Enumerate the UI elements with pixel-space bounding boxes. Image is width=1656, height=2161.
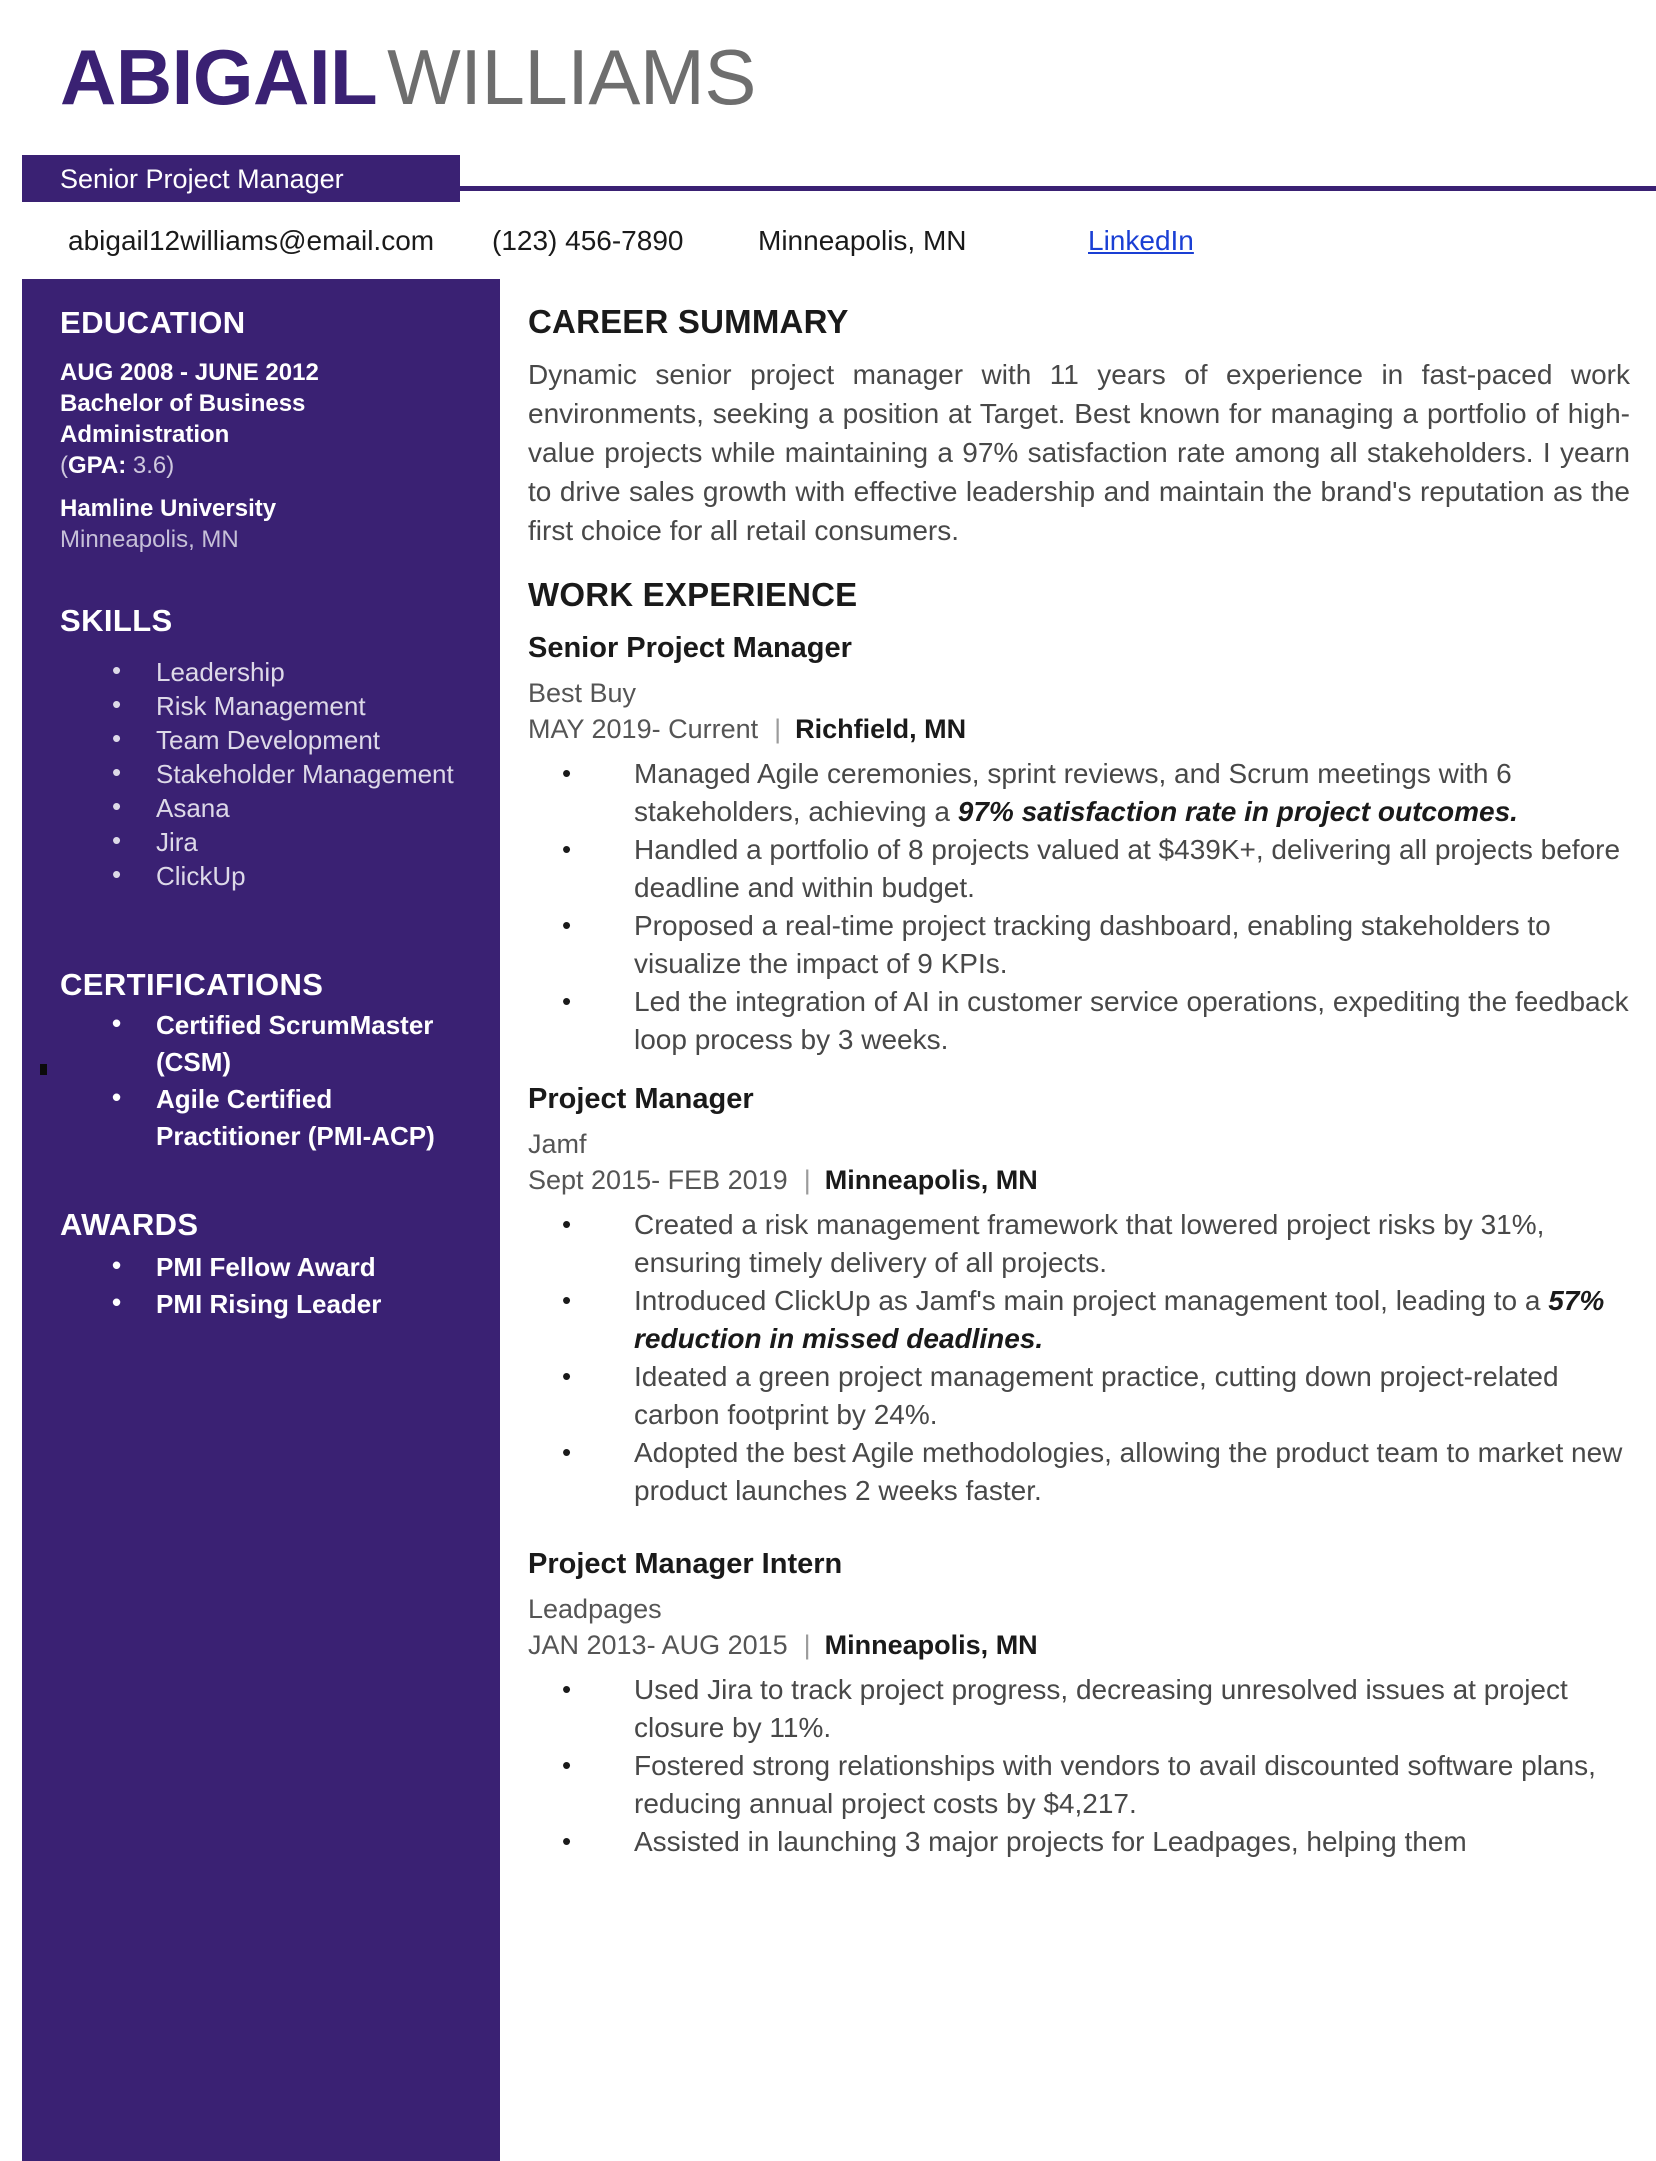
resume-header: ABIGAIL WILLIAMS Senior Project Manager <box>0 0 1656 212</box>
work-experience-list: Senior Project Manager Best Buy MAY 2019- … <box>528 632 1642 1861</box>
skill-item: Team Development <box>112 721 476 757</box>
job-meta-separator: | <box>803 1165 811 1195</box>
job-entry: Project Manager Intern Leadpages JAN 2013-… <box>528 1548 1642 1861</box>
job-dates: Sept 2015- FEB 2019 <box>528 1165 788 1195</box>
candidate-name: ABIGAIL WILLIAMS <box>60 34 756 120</box>
education-degree: Bachelor of Business Administration <box>60 390 306 448</box>
main-column: CAREER SUMMARY Dynamic senior project ma… <box>528 279 1656 2161</box>
skill-item: Asana <box>112 789 476 825</box>
stray-mark-artifact <box>40 1064 47 1075</box>
education-school-location: Minneapolis, MN <box>60 526 239 553</box>
job-bullet-list: Created a risk management framework that… <box>528 1205 1642 1510</box>
job-company: Best Buy <box>528 678 637 708</box>
career-summary-heading: CAREER SUMMARY <box>528 303 849 340</box>
job-entry: Project Manager Jamf Sept 2015- FEB 2019 | M… <box>528 1083 1642 1510</box>
sidebar: EDUCATION AUG 2008 - JUNE 2012 Bachelor … <box>22 279 500 2161</box>
job-bullet: Fostered strong relationships with vendo… <box>562 1746 1642 1823</box>
job-bullet-list: Managed Agile ceremonies, sprint reviews… <box>528 754 1642 1059</box>
job-title-text: Senior Project Manager <box>60 164 344 194</box>
contact-email[interactable]: abigail12williams@email.com <box>68 224 434 258</box>
contact-phone[interactable]: (123) 456-7890 <box>492 224 683 258</box>
job-bullet: Assisted in launching 3 major projects f… <box>562 1822 1642 1861</box>
job-bullet: Led the integration of AI in customer se… <box>562 982 1642 1059</box>
job-dates: MAY 2019- Current <box>528 714 759 744</box>
education-heading: EDUCATION <box>60 305 246 340</box>
education-school: Hamline University <box>60 495 277 522</box>
job-title: Senior Project Manager <box>528 632 852 664</box>
job-title-banner: Senior Project Manager <box>22 155 460 202</box>
job-location: Richfield, MN <box>795 714 967 744</box>
job-company: Leadpages <box>528 1594 662 1624</box>
contact-location: Minneapolis, MN <box>758 225 967 256</box>
job-bullet: Introduced ClickUp as Jamf's main projec… <box>562 1281 1642 1358</box>
header-divider-rule <box>460 186 1656 191</box>
work-experience-heading: WORK EXPERIENCE <box>528 576 858 613</box>
skill-item: Stakeholder Management <box>112 755 476 791</box>
award-item: PMI Fellow Award <box>112 1247 476 1286</box>
awards-list: PMI Fellow AwardPMI Rising Leader <box>60 1247 476 1323</box>
job-meta: JAN 2013- AUG 2015 | Minneapolis, MN <box>528 1627 1642 1663</box>
skills-list: LeadershipRisk ManagementTeam Developmen… <box>60 653 476 893</box>
awards-heading: AWARDS <box>60 1207 199 1242</box>
job-location: Minneapolis, MN <box>824 1630 1038 1660</box>
job-title: Project Manager <box>528 1083 754 1115</box>
skill-item: Leadership <box>112 653 476 689</box>
job-company: Jamf <box>528 1129 587 1159</box>
career-summary-text: Dynamic senior project manager with 11 y… <box>528 359 1630 546</box>
last-name: WILLIAMS <box>387 33 756 121</box>
skill-item: Jira <box>112 823 476 859</box>
job-bullet: Adopted the best Agile methodologies, al… <box>562 1433 1642 1510</box>
job-bullet-highlight: 97% satisfaction rate in project outcome… <box>957 796 1518 827</box>
job-meta: Sept 2015- FEB 2019 | Minneapolis, MN <box>528 1162 1642 1198</box>
education-dates: AUG 2008 - JUNE 2012 <box>60 359 319 386</box>
job-bullet: Managed Agile ceremonies, sprint reviews… <box>562 754 1642 831</box>
job-bullet: Created a risk management framework that… <box>562 1205 1642 1282</box>
certification-item: Certified ScrumMaster (CSM) <box>112 1005 476 1081</box>
contact-row: abigail12williams@email.com (123) 456-78… <box>0 224 1656 279</box>
job-bullet-list: Used Jira to track project progress, dec… <box>528 1670 1642 1861</box>
education-gpa-label: GPA: <box>68 452 127 479</box>
certifications-list: Certified ScrumMaster (CSM)Agile Certifi… <box>60 1005 476 1155</box>
job-title: Project Manager Intern <box>528 1548 843 1580</box>
job-dates: JAN 2013- AUG 2015 <box>528 1630 788 1660</box>
job-bullet: Handled a portfolio of 8 projects valued… <box>562 830 1642 907</box>
skill-item: Risk Management <box>112 687 476 723</box>
job-meta: MAY 2019- Current | Richfield, MN <box>528 711 1642 747</box>
job-bullet-highlight: 57% reduction in missed deadlines. <box>634 1285 1605 1354</box>
job-meta-separator: | <box>803 1630 811 1660</box>
first-name: ABIGAIL <box>60 33 378 121</box>
certifications-heading: CERTIFICATIONS <box>60 967 324 1002</box>
award-item: PMI Rising Leader <box>112 1284 476 1323</box>
job-entry: Senior Project Manager Best Buy MAY 2019- … <box>528 632 1642 1059</box>
job-meta-separator: | <box>774 714 782 744</box>
certification-item: Agile Certified Practitioner (PMI-ACP) <box>112 1079 476 1155</box>
skill-item: ClickUp <box>112 857 476 893</box>
skills-heading: SKILLS <box>60 603 173 638</box>
job-location: Minneapolis, MN <box>824 1165 1038 1195</box>
education-gpa: (GPA: 3.6) <box>60 452 175 479</box>
job-bullet: Used Jira to track project progress, dec… <box>562 1670 1642 1747</box>
education-gpa-value: 3.6 <box>132 452 167 479</box>
job-bullet: Proposed a real-time project tracking da… <box>562 906 1642 983</box>
job-bullet: Ideated a green project management pract… <box>562 1357 1642 1434</box>
linkedin-link[interactable]: LinkedIn <box>1088 224 1194 258</box>
resume-body: EDUCATION AUG 2008 - JUNE 2012 Bachelor … <box>0 279 1656 2161</box>
